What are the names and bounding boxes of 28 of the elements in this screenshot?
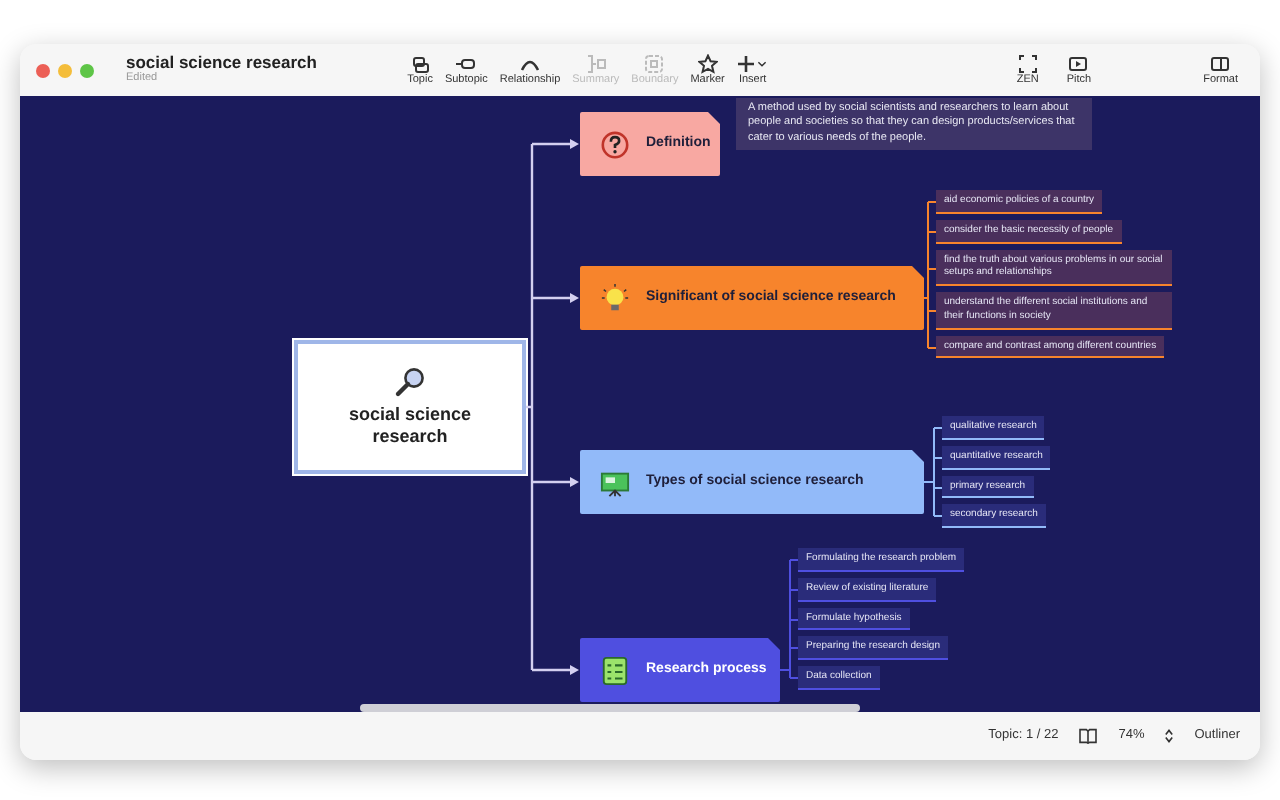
bracket-icon [585,53,606,74]
presentation-board-icon [600,467,630,497]
root-title: social science research [346,403,474,449]
topic-icon [410,53,431,74]
subtopic-icon [456,53,477,74]
panel-icon [1210,53,1231,74]
magnifier-icon [394,365,426,398]
horizontal-scrollbar[interactable] [360,704,860,712]
bracket-line [923,427,943,517]
window-title: social science research [126,54,317,72]
fullscreen-icon [1017,53,1038,74]
light-bulb-icon [600,283,630,313]
book-icon[interactable] [1078,728,1099,744]
star-icon [697,53,718,74]
question-icon [600,129,630,159]
boundary-icon [644,53,665,74]
plus-icon [736,53,757,74]
stepper-icon[interactable] [1164,728,1175,744]
play-screen-icon [1068,53,1089,74]
root-topic[interactable]: social science research [294,340,526,474]
minimize-button[interactable] [58,63,72,77]
close-button[interactable] [36,63,50,77]
connector-arrow [532,293,579,303]
zoom-button[interactable] [80,63,94,77]
connector-arrow [532,665,579,675]
checklist-icon [600,655,630,685]
connector-arrow [532,139,579,149]
bracket-line [779,559,799,679]
